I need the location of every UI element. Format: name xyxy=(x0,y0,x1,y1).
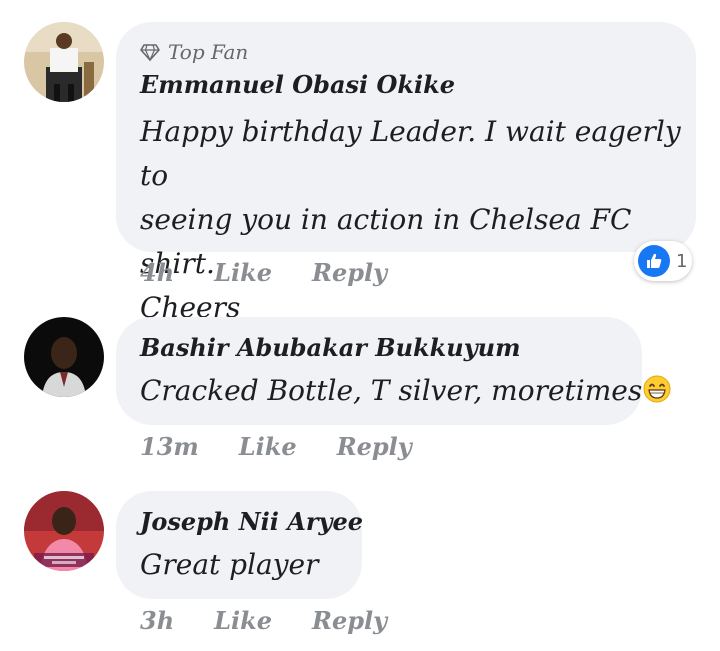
comment-item: Joseph Nii Aryee Great player 3h Like Re… xyxy=(0,0,720,651)
comment-actions: 3h Like Reply xyxy=(140,606,387,635)
avatar[interactable] xyxy=(24,491,104,571)
avatar-photo xyxy=(24,491,104,571)
author-name[interactable]: Joseph Nii Aryee xyxy=(140,507,363,536)
comment-text: Great player xyxy=(140,548,319,581)
like-button[interactable]: Like xyxy=(214,606,272,635)
reply-button[interactable]: Reply xyxy=(312,606,387,635)
comment-bubble[interactable]: Joseph Nii Aryee Great player xyxy=(116,491,363,599)
comment-time[interactable]: 3h xyxy=(140,606,174,635)
